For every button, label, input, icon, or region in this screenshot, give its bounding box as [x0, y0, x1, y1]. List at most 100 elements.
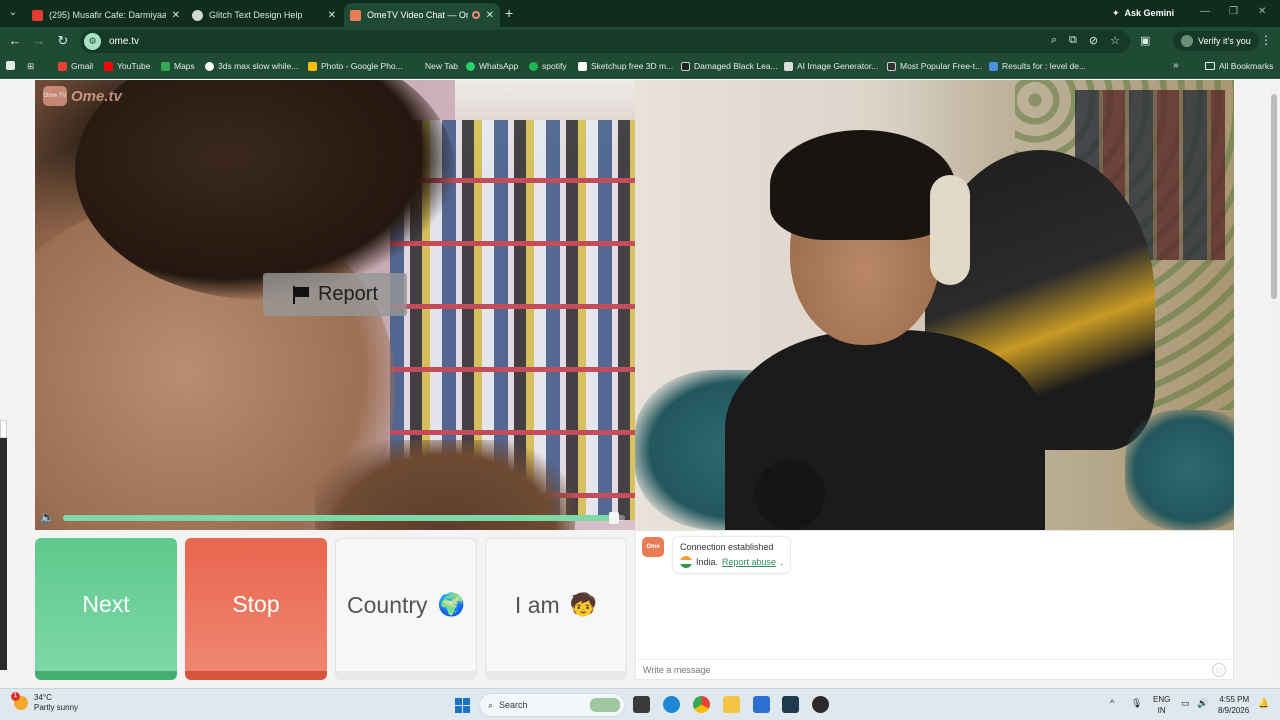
close-window-icon[interactable]: ✕ [1258, 6, 1266, 17]
site-info-icon[interactable]: ⚙ [84, 33, 101, 50]
taskbar-search[interactable]: ⌕ Search [479, 693, 625, 717]
volume-slider-handle[interactable] [608, 512, 619, 524]
message-input[interactable] [643, 664, 1183, 675]
chrome-icon[interactable] [693, 696, 710, 713]
bookmark-3ds-max[interactable]: 3ds max slow while... [205, 61, 298, 71]
report-abuse-link[interactable]: Report abuse [722, 557, 776, 567]
new-tab-icon[interactable]: + [505, 5, 513, 21]
browser-menu-icon[interactable]: ⋮ [1260, 33, 1272, 47]
youtube-icon [104, 61, 113, 71]
page-scrollbar[interactable] [1270, 82, 1278, 687]
volume-slider-fill [63, 515, 614, 521]
extensions-icon[interactable]: ▣ [1140, 34, 1150, 47]
notifications-icon[interactable]: 🔔 [1258, 698, 1269, 709]
volume-icon[interactable]: 🔈 [40, 510, 55, 524]
site-icon [681, 61, 690, 71]
bookmark-whatsapp[interactable]: WhatsApp [466, 61, 518, 71]
report-button[interactable]: Report [263, 273, 407, 316]
emoji-icon[interactable]: ☺ [1212, 663, 1226, 677]
url-text[interactable]: ome.tv [109, 36, 139, 47]
message-input-row: ☺ [637, 659, 1232, 679]
sidebar-toggle-icon[interactable] [6, 61, 19, 70]
volume-slider[interactable] [63, 512, 625, 524]
bookmark-google-photos[interactable]: Photo - Google Pho... [308, 61, 403, 71]
microphone-icon[interactable]: 🎙 [1131, 698, 1142, 709]
back-arrow-icon[interactable]: ← [7, 33, 23, 48]
connection-status: Connection established [680, 542, 774, 552]
task-view-icon[interactable] [633, 696, 650, 713]
india-flag-icon [680, 556, 692, 568]
all-bookmarks-button[interactable]: All Bookmarks [1205, 61, 1273, 71]
bookmark-new-tab[interactable]: New Tab [412, 61, 458, 71]
file-explorer-icon[interactable] [723, 696, 740, 713]
install-app-icon[interactable]: ⧉ [1069, 34, 1077, 47]
next-button[interactable]: Next [35, 538, 177, 680]
tab-glitch-text[interactable]: Glitch Text Design Help ✕ [186, 3, 342, 27]
whatsapp-icon [466, 61, 475, 71]
globe-icon: 🌍 [437, 592, 465, 617]
tab-search-button[interactable]: ⌄ [4, 4, 22, 22]
reload-icon[interactable]: ↻ [55, 33, 71, 49]
system-message: Connection established India. Report abu… [673, 537, 790, 573]
tray-overflow-icon[interactable]: ^ [1110, 698, 1114, 708]
bookmark-ai-image[interactable]: AI Image Generator... [784, 61, 878, 71]
camera-blocked-icon[interactable]: ⊘ [1089, 34, 1098, 47]
bookmark-maps[interactable]: Maps [161, 61, 195, 71]
restore-icon[interactable]: ❐ [1229, 6, 1238, 17]
gender-button[interactable]: I am 🧒 [485, 538, 627, 680]
bookmarks-overflow-icon[interactable]: » [1173, 60, 1179, 71]
bookmark-damaged-black[interactable]: Damaged Black Lea... [681, 61, 778, 71]
self-camera-video [635, 80, 1234, 530]
chat-favicon-icon [192, 9, 203, 21]
language-indicator[interactable]: ENG IN [1153, 694, 1170, 716]
country-button[interactable]: Country 🌍 [335, 538, 477, 680]
microphone [755, 460, 825, 530]
close-tab-icon[interactable]: ✕ [328, 10, 336, 21]
ai-icon [784, 61, 793, 71]
bookmark-star-icon[interactable]: ☆ [1110, 34, 1120, 47]
app-icon[interactable] [782, 696, 799, 713]
store-icon[interactable] [753, 696, 770, 713]
weather-widget[interactable]: 1 34°C Partly sunny [11, 692, 79, 713]
profile-verify-button[interactable]: Verify it's you [1173, 31, 1259, 51]
ometv-favicon-icon [350, 9, 361, 21]
speaker-icon[interactable]: 🔊 [1197, 698, 1208, 709]
windows-start-icon[interactable] [455, 698, 470, 713]
bookmark-sketchup[interactable]: Sketchup free 3D m... [578, 61, 673, 71]
close-tab-icon[interactable]: ✕ [172, 10, 180, 21]
windows-taskbar: 1 34°C Partly sunny ⌕ Search ^ 🎙 ENG IN … [0, 688, 1280, 720]
bookmark-youtube[interactable]: YouTube [104, 61, 150, 71]
apps-grid-icon[interactable]: ⊞ [27, 61, 34, 72]
scrollbar-thumb[interactable] [1271, 94, 1277, 299]
recorder-icon[interactable] [812, 696, 829, 713]
address-bar[interactable]: ⚙ ome.tv ⌕ ⧉ ⊘ ☆ [80, 30, 1130, 53]
maps-icon [161, 61, 170, 71]
search-highlight-icon [590, 698, 620, 712]
gmail-icon [58, 61, 67, 71]
spotify-icon [529, 61, 538, 71]
left-edge-widget [0, 420, 7, 670]
bookmark-results[interactable]: Results for : level de... [989, 61, 1086, 71]
site-icon [887, 61, 896, 71]
minimize-icon[interactable]: — [1200, 6, 1210, 17]
ask-gemini-button[interactable]: ✦ Ask Gemini [1104, 4, 1182, 22]
stranger-video: Ome TV Ome.tv Report 🔈 [35, 80, 635, 530]
boy-emoji-icon: 🧒 [569, 592, 598, 617]
browser-toolbar: ← → ↻ ⚙ ome.tv ⌕ ⧉ ⊘ ☆ ▣ Verify it's you… [0, 27, 1280, 56]
tab-ometv[interactable]: OmeTV Video Chat — Ome ✕ [344, 3, 500, 27]
bookmark-gmail[interactable]: Gmail [58, 61, 93, 71]
network-icon[interactable]: ▭ [1181, 698, 1190, 709]
bookmark-spotify[interactable]: spotify [529, 61, 567, 71]
system-clock[interactable]: 4:55 PM 8/9/2026 [1218, 694, 1249, 716]
flag-icon [292, 285, 310, 304]
forward-arrow-icon[interactable]: → [31, 33, 47, 48]
weather-condition: Partly sunny [34, 703, 79, 712]
edge-icon[interactable] [663, 696, 680, 713]
zoom-icon[interactable]: ⌕ [1051, 34, 1057, 47]
youtube-favicon-icon [32, 9, 43, 21]
stop-button[interactable]: Stop [185, 538, 327, 680]
bookmark-most-popular[interactable]: Most Popular Free-t... [887, 61, 982, 71]
tv-icon: Ome TV [43, 86, 67, 106]
close-tab-icon[interactable]: ✕ [486, 10, 494, 21]
tab-youtube[interactable]: (295) Musafir Cafe: Darmiyaan ( ✕ [26, 3, 186, 27]
